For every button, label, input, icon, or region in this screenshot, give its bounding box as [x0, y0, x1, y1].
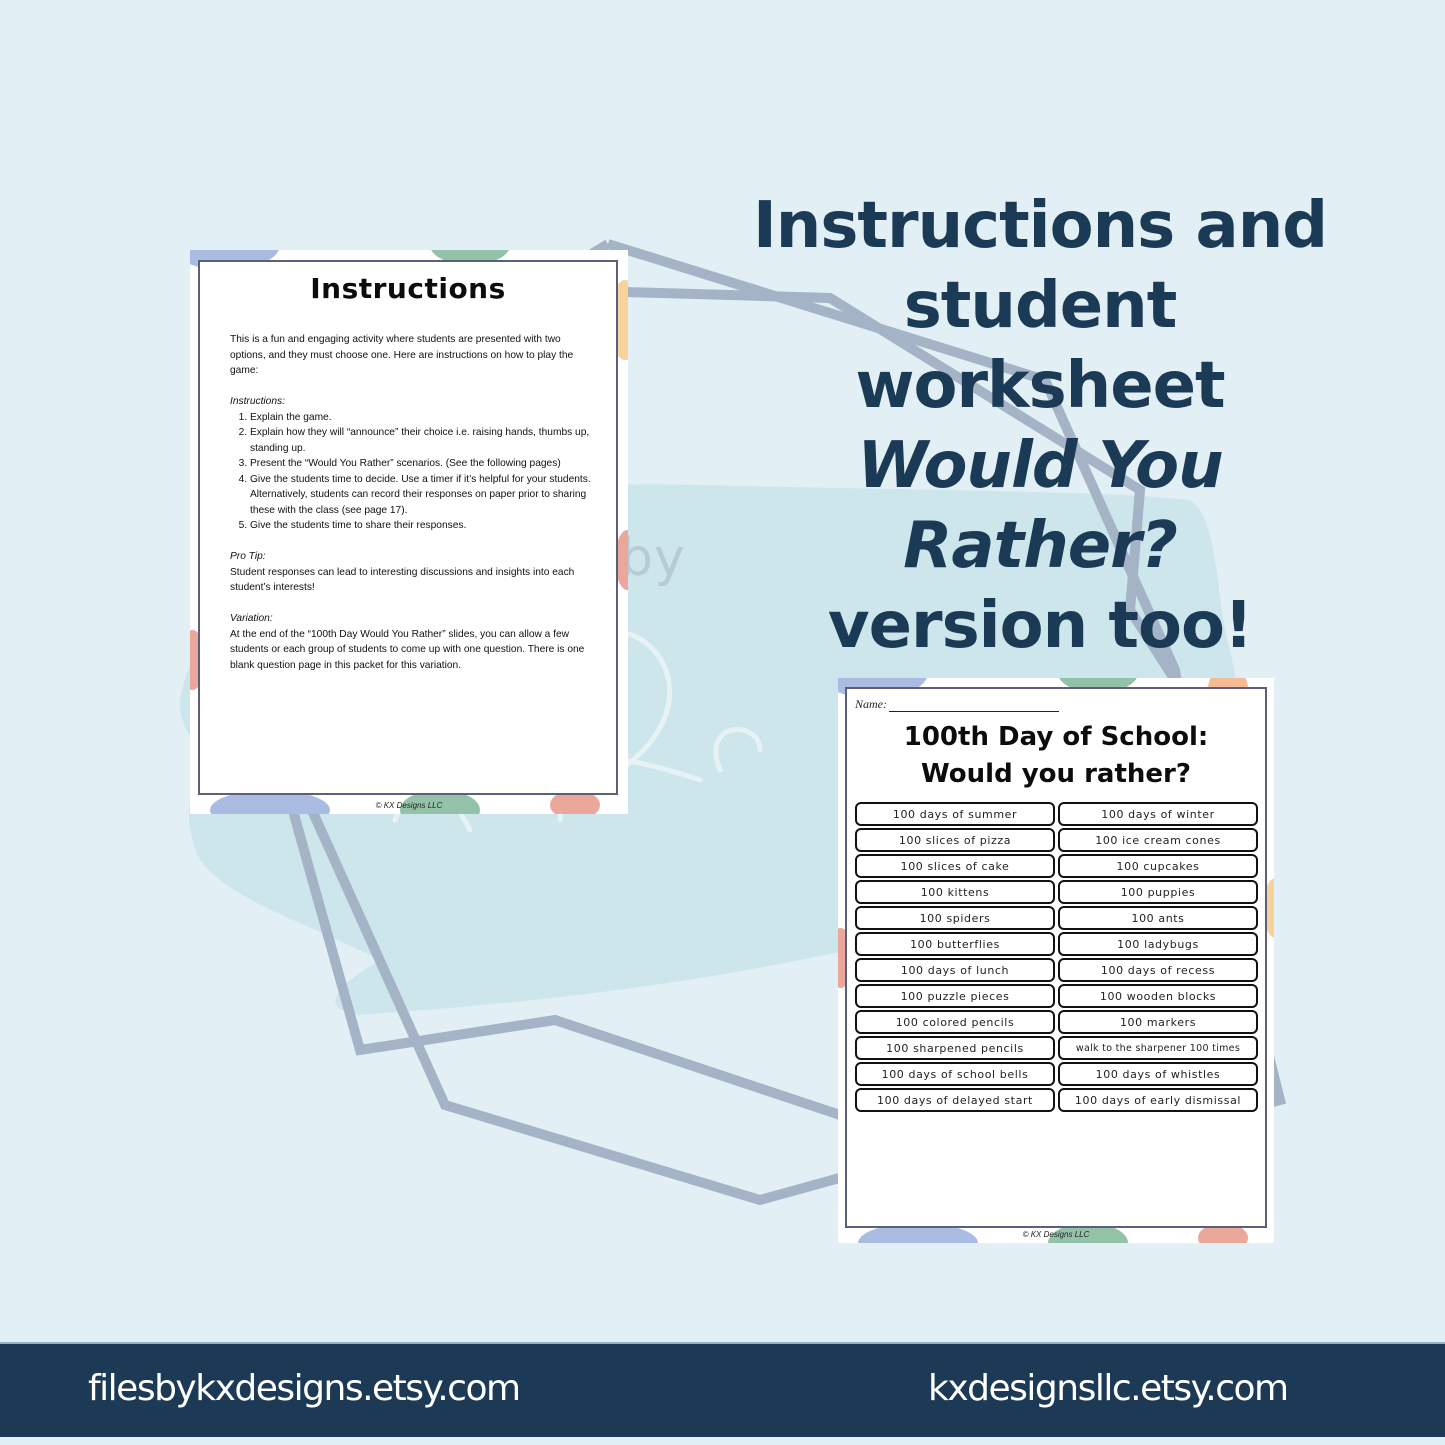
pro-tip-text: Student responses can lead to interestin… — [230, 566, 575, 594]
worksheet-title: 100th Day of School: Would you rather? — [847, 719, 1265, 793]
choices-grid: 100 days of summer 100 days of winter 10… — [855, 802, 1258, 1112]
step-item: Give the students time to share their re… — [250, 518, 592, 534]
choice-option-a: 100 kittens — [855, 880, 1055, 904]
intro-paragraph: This is a fun and engaging activity wher… — [230, 334, 574, 376]
name-underline — [889, 701, 1059, 712]
watermark-by-text: by — [620, 528, 686, 588]
choice-option-b: 100 days of early dismissal — [1058, 1088, 1258, 1112]
steps-list: Explain the game. Explain how they will … — [250, 410, 592, 534]
variation-text: At the end of the “100th Day Would You R… — [230, 628, 585, 671]
step-item: Present the “Would You Rather” scenarios… — [250, 456, 592, 472]
page-border: Instructions This is a fun and engaging … — [198, 260, 618, 795]
worksheet-title-line-2: Would you rather? — [921, 759, 1191, 789]
choice-option-a: 100 colored pencils — [855, 1010, 1055, 1034]
choice-option-a: 100 days of delayed start — [855, 1088, 1055, 1112]
worksheet-page-preview: Name: 100th Day of School: Would you rat… — [838, 678, 1274, 1243]
step-item: Give the students time to decide. Use a … — [250, 472, 592, 519]
step-item: Explain the game. — [250, 410, 592, 426]
name-label: Name: — [855, 697, 887, 711]
choice-option-a: 100 slices of cake — [855, 854, 1055, 878]
choice-option-a: 100 days of lunch — [855, 958, 1055, 982]
choice-option-b: 100 days of winter — [1058, 802, 1258, 826]
copyright-text: © KX Designs LLC — [375, 801, 443, 810]
variation-heading: Variation: — [230, 613, 273, 624]
headline-line-4: version too! — [827, 589, 1253, 663]
shop-link-files[interactable]: filesbykxdesigns.etsy.com — [88, 1368, 521, 1409]
headline-line-1: Instructions and — [752, 189, 1328, 263]
choice-option-b: 100 markers — [1058, 1010, 1258, 1034]
instructions-page-preview: Instructions This is a fun and engaging … — [190, 250, 628, 814]
pro-tip-heading: Pro Tip: — [230, 551, 266, 562]
choice-option-a: 100 sharpened pencils — [855, 1036, 1055, 1060]
choice-option-b: 100 puppies — [1058, 880, 1258, 904]
step-item: Explain how they will “announce” their c… — [250, 425, 592, 456]
choice-option-a: 100 days of summer — [855, 802, 1055, 826]
choice-option-b: 100 days of recess — [1058, 958, 1258, 982]
instructions-body: This is a fun and engaging activity wher… — [230, 332, 592, 689]
choice-option-a: 100 days of school bells — [855, 1062, 1055, 1086]
instructions-title: Instructions — [310, 272, 506, 305]
choice-option-b: walk to the sharpener 100 times — [1058, 1036, 1258, 1060]
choice-option-a: 100 butterflies — [855, 932, 1055, 956]
choice-option-b: 100 cupcakes — [1058, 854, 1258, 878]
worksheet-title-line-1: 100th Day of School: — [903, 722, 1209, 752]
footer-bar: filesbykxdesigns.etsy.com kxdesignsllc.e… — [0, 1342, 1445, 1437]
choice-option-b: 100 ladybugs — [1058, 932, 1258, 956]
choice-option-b: 100 ice cream cones — [1058, 828, 1258, 852]
name-field: Name: — [855, 697, 1059, 712]
steps-heading: Instructions: — [230, 396, 285, 407]
choice-option-b: 100 wooden blocks — [1058, 984, 1258, 1008]
headline-line-2: student worksheet — [855, 269, 1225, 423]
shop-link-llc[interactable]: kxdesignsllc.etsy.com — [928, 1368, 1289, 1409]
headline: Instructions and student worksheet Would… — [720, 186, 1360, 666]
page-border: Name: 100th Day of School: Would you rat… — [845, 687, 1267, 1228]
choice-option-a: 100 puzzle pieces — [855, 984, 1055, 1008]
choice-option-b: 100 ants — [1058, 906, 1258, 930]
choice-option-b: 100 days of whistles — [1058, 1062, 1258, 1086]
headline-line-3: Would You Rather? — [857, 429, 1223, 583]
copyright-text: © KX Designs LLC — [1022, 1230, 1090, 1239]
choice-option-a: 100 slices of pizza — [855, 828, 1055, 852]
choice-option-a: 100 spiders — [855, 906, 1055, 930]
